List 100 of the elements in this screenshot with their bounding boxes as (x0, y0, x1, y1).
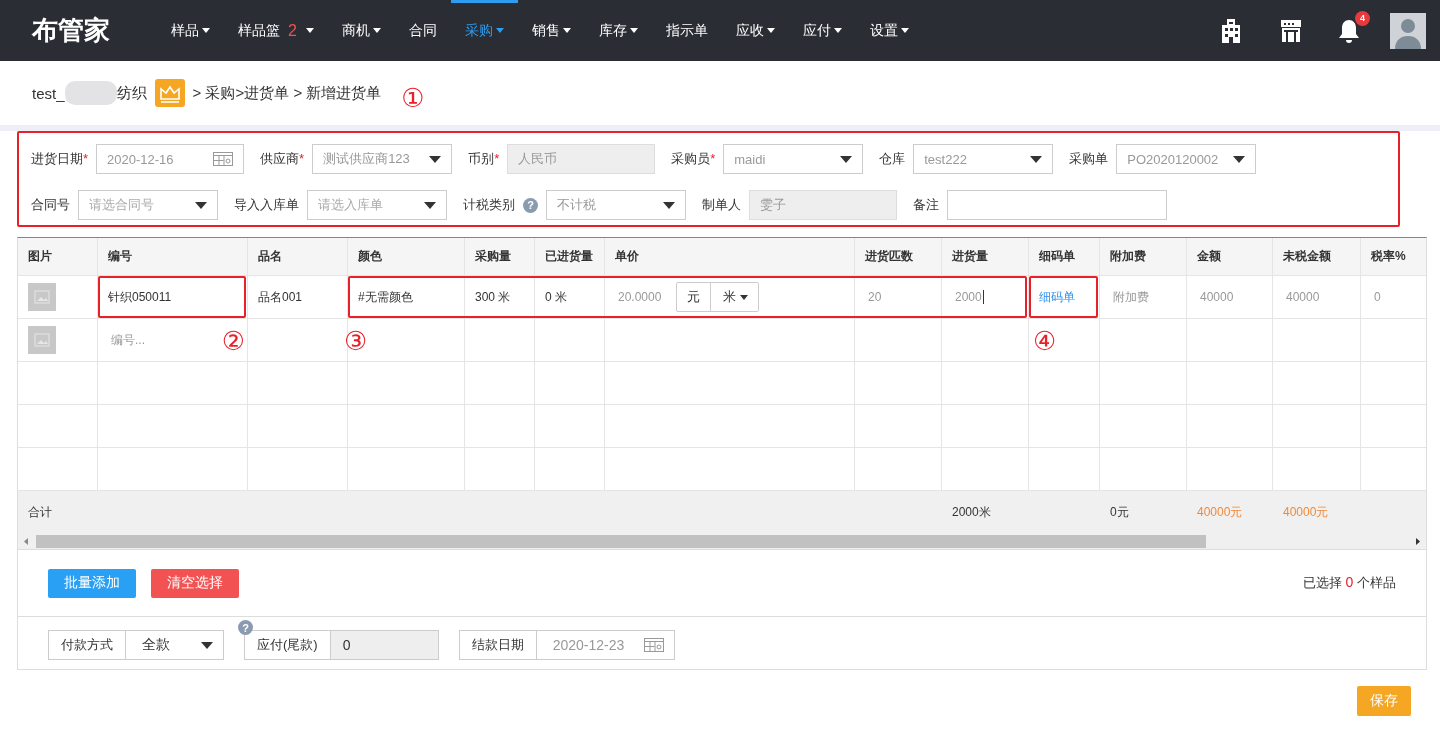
nav-item[interactable]: 销售 (517, 0, 585, 61)
nav-item[interactable]: 样品篮 2 (224, 0, 328, 61)
image-placeholder-icon (28, 326, 56, 354)
calendar-icon (213, 152, 234, 166)
clear-button[interactable]: 清空选择 (151, 568, 239, 598)
dropdown-icon (1233, 155, 1246, 163)
column-header: 颜色 (348, 238, 465, 276)
store-icon[interactable] (1280, 19, 1302, 42)
select-field[interactable]: 全款 (126, 630, 224, 660)
column-header: 进货量 (942, 238, 1029, 276)
select-field[interactable]: 请选入库单 (307, 190, 447, 220)
total-value: 0元 (1110, 504, 1129, 521)
table-cell (535, 405, 605, 448)
nav-item[interactable]: 商机 (327, 0, 395, 61)
column-header: 细码单 (1029, 238, 1100, 276)
scroll-left-icon[interactable] (24, 538, 28, 545)
logo[interactable]: 布管家 (32, 13, 157, 48)
help-icon[interactable]: ? (523, 197, 538, 213)
total-label: 合计 (28, 504, 52, 521)
cell-text: 品名001 (258, 288, 303, 306)
cell-input[interactable]: 0 (1371, 290, 1424, 304)
select-field[interactable]: maidi (723, 144, 864, 174)
select-field[interactable]: 不计税 (546, 190, 686, 220)
column-header: 税率% (1361, 238, 1426, 276)
nav-item[interactable]: 库存 (584, 0, 652, 61)
column-header: 单价 (605, 238, 855, 276)
annotation-number: ① (401, 85, 425, 111)
cell-input[interactable]: 编号... (108, 331, 145, 349)
column-header: 品名 (248, 238, 348, 276)
table-cell (535, 362, 605, 405)
table-cell (465, 362, 535, 405)
table-cell (465, 405, 535, 448)
scroll-right-icon[interactable] (1416, 538, 1420, 545)
basket-count: 2 (288, 21, 297, 40)
nav-item[interactable]: 应收 (721, 0, 789, 61)
horizontal-scrollbar[interactable] (18, 534, 1426, 549)
field-label: 计税类别 (463, 196, 515, 214)
cell-input[interactable]: 附加费 (1110, 288, 1149, 306)
cell-text: #无需颜色 (358, 288, 413, 306)
field-label: 合同号 (31, 196, 70, 214)
save-button[interactable]: 保存 (1357, 686, 1411, 716)
help-icon[interactable]: ? (238, 620, 253, 635)
bell-icon[interactable] (1338, 18, 1360, 43)
date-field[interactable]: 2020-12-23 (536, 630, 675, 660)
total-value: 2000米 (952, 504, 991, 521)
nav-item[interactable]: 设置 (855, 0, 923, 61)
dropdown-icon (424, 201, 436, 209)
cell-text: 针织050011 (108, 288, 172, 306)
column-header: 附加费 (1100, 238, 1187, 276)
dropdown-icon (663, 201, 675, 209)
dropdown-icon (429, 155, 442, 163)
field-label: 付款方式 (48, 630, 126, 660)
column-header: 已进货量 (535, 238, 605, 276)
field-label: 采购单 (1069, 150, 1109, 168)
detail-link[interactable]: 细码单 (1039, 288, 1075, 306)
total-value: 40000元 (1283, 504, 1329, 521)
nav-item[interactable]: 合同 (394, 0, 451, 61)
scrollbar-thumb[interactable] (36, 535, 1206, 548)
add-button[interactable]: 批量添加 (48, 568, 136, 598)
company-name: 纺织 (116, 83, 147, 103)
nav-item[interactable]: 指示单 (651, 0, 722, 61)
column-header: 采购量 (465, 238, 535, 276)
avatar[interactable] (1390, 12, 1426, 49)
dropdown-icon (1030, 155, 1043, 163)
field-label: 币别* (468, 150, 500, 168)
field-label: 制单人 (702, 196, 741, 214)
nav-item[interactable]: 应付 (788, 0, 856, 61)
dropdown-icon (840, 155, 853, 163)
table-cell (1029, 405, 1100, 448)
annotation-number: ② (221, 328, 245, 354)
notification-badge: 4 (1355, 10, 1370, 26)
image-placeholder-icon (28, 283, 56, 311)
nav-item[interactable]: 采购 (450, 0, 518, 61)
field-label: 备注 (913, 196, 939, 214)
column-header: 进货匹数 (855, 238, 942, 276)
select-field[interactable]: 测试供应商123 (312, 144, 453, 174)
cell-input[interactable]: 40000 (1283, 290, 1336, 304)
price-input[interactable]: 20.0000 (615, 290, 668, 304)
cell-input[interactable]: 20 (865, 290, 918, 304)
cell-input[interactable]: 2000 (952, 290, 984, 304)
field-label: 仓库 (879, 150, 906, 168)
readonly-field: 0 (330, 630, 439, 660)
select-field[interactable]: PO2020120002 (1116, 144, 1257, 174)
field-label: 采购员* (671, 150, 716, 168)
select-field[interactable]: test222 (913, 144, 1054, 174)
annotation-number: ④ (1033, 328, 1057, 354)
column-header: 未税金额 (1273, 238, 1361, 276)
column-header: 编号 (98, 238, 248, 276)
annotation-number: ③ (344, 328, 368, 354)
field-label: 导入入库单 (234, 196, 299, 214)
crown-icon (154, 79, 185, 107)
field-label: 供应商* (260, 150, 305, 168)
date-field[interactable]: 2020-12-16 (96, 144, 245, 174)
remark-field[interactable] (947, 190, 1167, 220)
nav-item[interactable]: 样品 (157, 0, 224, 61)
column-header: 金额 (1187, 238, 1273, 276)
select-field[interactable]: 请选合同号 (78, 190, 218, 220)
cell-input[interactable]: 40000 (1197, 290, 1250, 304)
field-label: 结款日期 (458, 630, 537, 660)
company-name: test_ (32, 84, 65, 102)
